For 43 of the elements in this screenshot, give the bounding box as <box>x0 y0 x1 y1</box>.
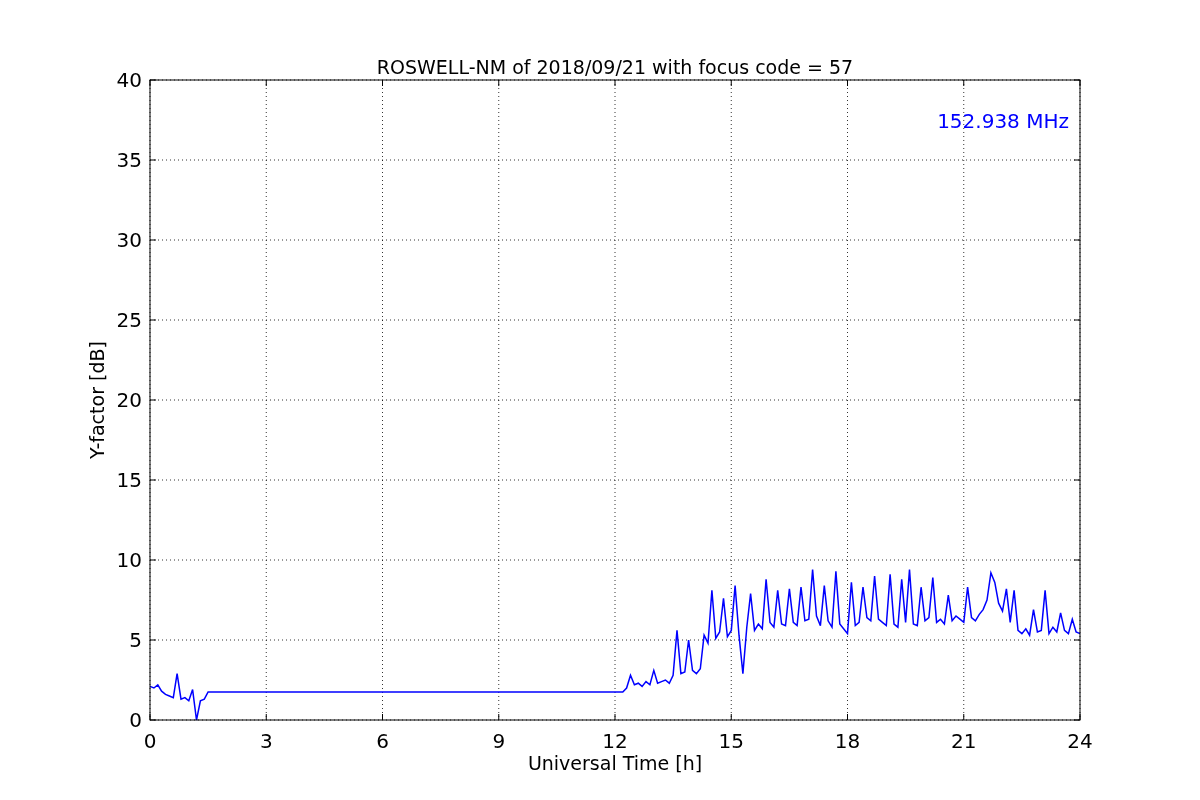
tick-label: 3 <box>259 729 273 753</box>
tick-label: 0 <box>129 708 142 732</box>
tick-mark <box>265 79 267 87</box>
tick-mark <box>847 79 848 87</box>
y-axis-label: Y-factor [dB] <box>86 341 108 459</box>
tick-mark <box>149 399 157 401</box>
tick-label: 20 <box>116 388 142 412</box>
tick-label: 0 <box>143 729 157 753</box>
tick-label: 5 <box>129 628 142 652</box>
tick-mark <box>1073 239 1081 241</box>
tick-mark <box>149 239 157 241</box>
tick-mark <box>382 79 383 87</box>
tick-mark <box>149 639 157 641</box>
tick-label: 21 <box>951 729 977 753</box>
tick-mark <box>498 79 500 87</box>
chart-title: ROSWELL-NM of 2018/09/21 with focus code = 57 <box>376 56 854 78</box>
tick-label: 40 <box>116 68 142 92</box>
tick-mark <box>149 159 157 161</box>
tick-label: 15 <box>718 729 744 753</box>
tick-label: 6 <box>376 729 389 753</box>
x-axis-label: Universal Time [h] <box>527 752 703 774</box>
tick-label: 12 <box>602 729 628 753</box>
tick-label: 18 <box>834 729 861 753</box>
tick-label: 15 <box>116 468 142 492</box>
tick-mark <box>149 479 157 481</box>
tick-label: 9 <box>492 729 506 753</box>
tick-mark <box>1073 159 1081 161</box>
tick-label: 24 <box>1067 729 1093 753</box>
tick-mark <box>149 559 157 561</box>
tick-mark <box>1073 399 1081 401</box>
tick-label: 35 <box>116 148 142 172</box>
tick-mark <box>1073 559 1081 561</box>
tick-label: 30 <box>116 228 142 252</box>
tick-mark <box>1073 319 1081 321</box>
tick-mark <box>1073 479 1081 481</box>
tick-mark <box>614 79 616 87</box>
tick-mark <box>149 319 157 321</box>
tick-label: 25 <box>116 308 142 332</box>
tick-mark <box>730 79 732 87</box>
tick-label: 10 <box>116 548 142 572</box>
tick-mark <box>1073 639 1081 641</box>
tick-mark <box>963 79 965 87</box>
frequency-label: 152.938 MHz <box>937 109 1069 133</box>
